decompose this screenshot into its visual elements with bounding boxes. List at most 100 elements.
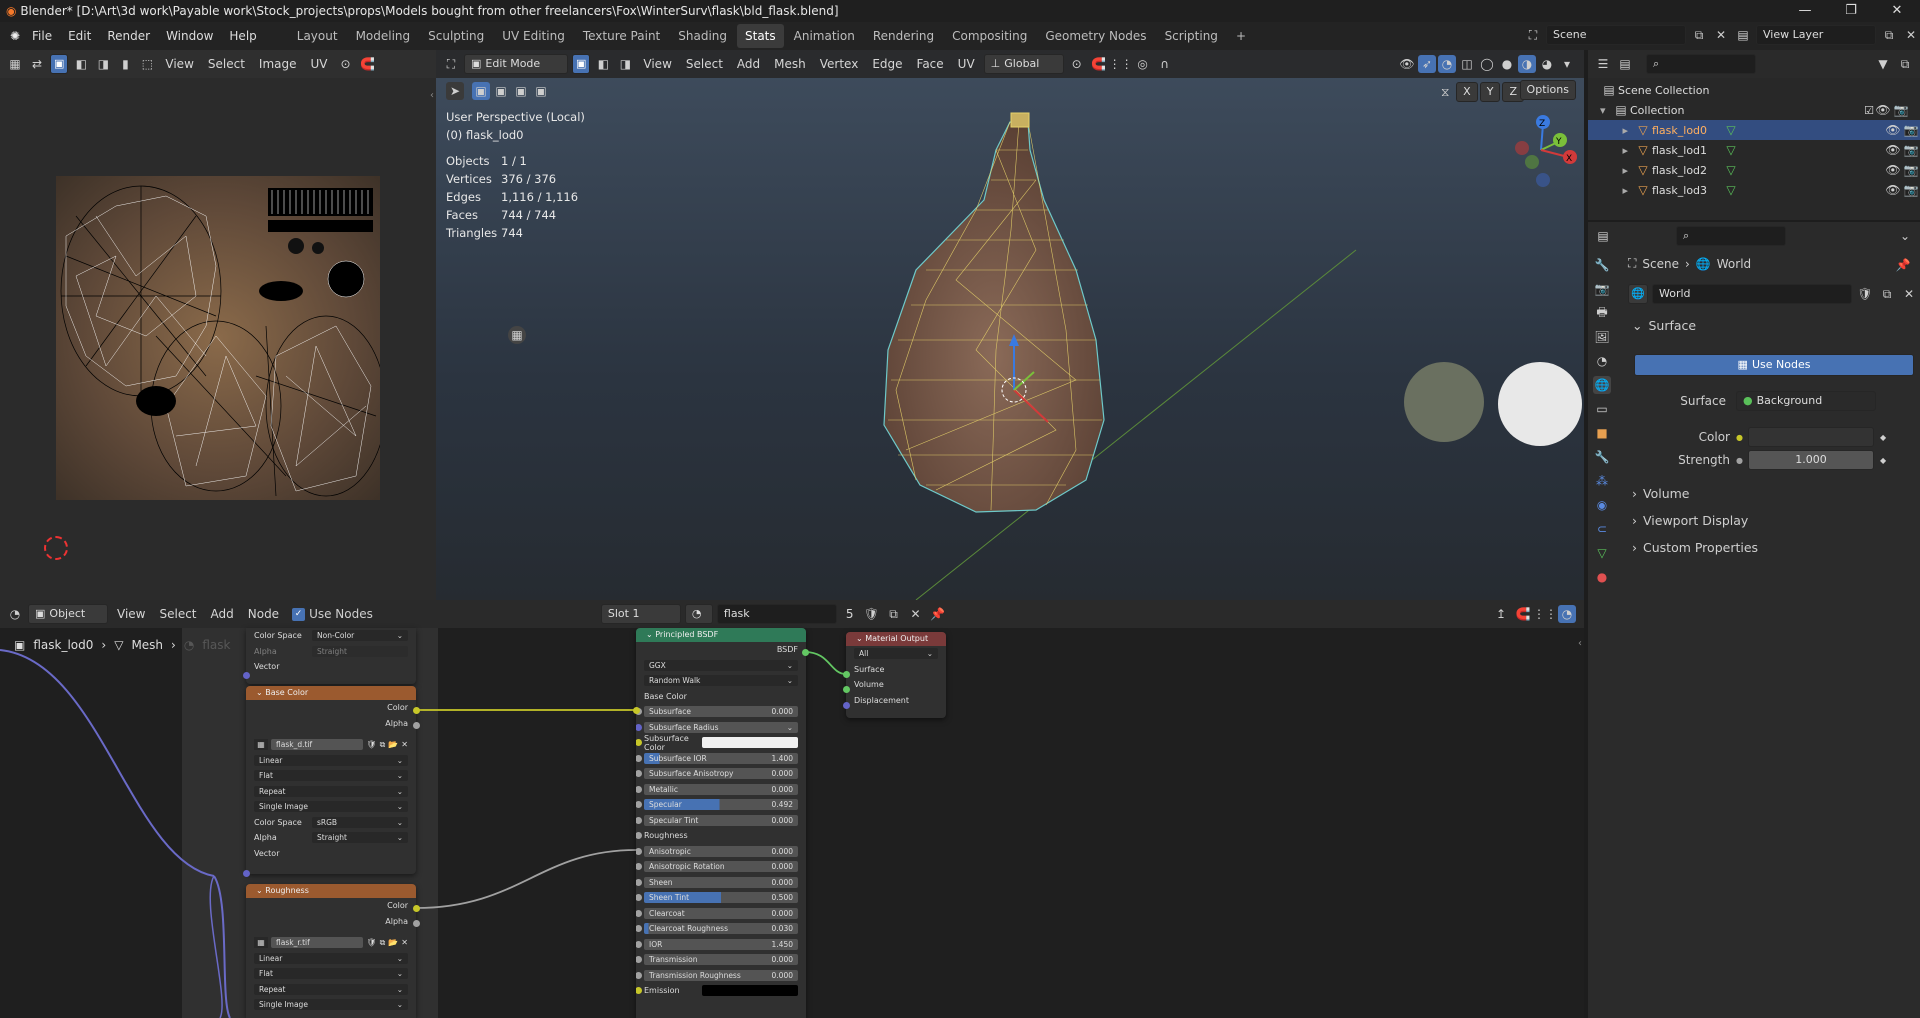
expand-arrow-icon[interactable]: ▸: [1588, 144, 1634, 157]
camera-icon[interactable]: 📷: [1902, 161, 1920, 179]
eye-icon[interactable]: 👁: [1884, 181, 1902, 199]
new-scene-icon[interactable]: ⧉: [1690, 26, 1708, 44]
outliner-object-row[interactable]: ▸ ▽ flask_lod0 ▽ 👁 📷: [1588, 120, 1920, 140]
image-name-field[interactable]: flask_d.tif: [271, 739, 364, 751]
unlink-icon[interactable]: ✕: [1900, 285, 1918, 303]
keyframe-dot-icon[interactable]: ◆: [1880, 456, 1886, 465]
menu-edit[interactable]: Edit: [60, 22, 99, 50]
value-slider[interactable]: IOR 1.450: [644, 938, 798, 950]
camera-icon[interactable]: 📷: [1892, 101, 1910, 119]
remove-scene-icon[interactable]: ✕: [1712, 26, 1730, 44]
snap-icon[interactable]: 🧲: [359, 55, 377, 73]
strength-field[interactable]: 1.000: [1748, 450, 1874, 470]
tab-sculpting[interactable]: Sculpting: [420, 24, 492, 48]
projection-dropdown[interactable]: Flat ⌄: [254, 968, 408, 980]
extension-dropdown[interactable]: Repeat ⌄: [254, 983, 408, 995]
value-slider[interactable]: Sheen 0.000: [644, 876, 798, 888]
expand-arrow-icon[interactable]: ▸: [1588, 184, 1634, 197]
value-slider[interactable]: Clearcoat Roughness 0.030: [644, 923, 798, 935]
input-socket-icon[interactable]: [636, 863, 642, 870]
duplicate-icon[interactable]: ⧉: [380, 740, 386, 750]
editor-type-icon[interactable]: ☰: [1594, 55, 1612, 73]
color-swatch[interactable]: [702, 737, 798, 749]
node-header[interactable]: ⌄ Roughness: [246, 884, 416, 898]
value-socket-icon[interactable]: ●: [1736, 456, 1748, 465]
surface-shader-selector[interactable]: ● Background: [1736, 391, 1876, 411]
use-nodes-button[interactable]: ▦ Use Nodes: [1634, 354, 1914, 376]
data-tab-icon[interactable]: ▽: [1593, 544, 1611, 562]
outliner-object-row[interactable]: ▸ ▽ flask_lod3 ▽ 👁 📷: [1588, 180, 1920, 200]
input-socket-icon[interactable]: [636, 739, 642, 746]
modifier-tab-icon[interactable]: 🔧: [1593, 448, 1611, 466]
fake-user-icon[interactable]: 🛡: [366, 740, 376, 749]
3d-viewport[interactable]: ⛶ ▣ Edit Mode ▣ ◧ ◨ View Select Add Mesh …: [436, 50, 1584, 600]
value-slider[interactable]: Anisotropic Rotation 0.000: [644, 861, 798, 873]
distribution-dropdown[interactable]: GGX ⌄: [644, 659, 798, 671]
render-tab-icon[interactable]: 📷: [1593, 280, 1611, 298]
unlink-icon[interactable]: ✕: [401, 740, 408, 749]
image-texture-node-partial[interactable]: Color Space Non-Color ⌄ Alpha Straight Vect…: [246, 628, 416, 684]
image-name-field[interactable]: flask_r.tif: [271, 937, 364, 949]
volume-socket-icon[interactable]: [843, 686, 850, 693]
physics-tab-icon[interactable]: ◉: [1593, 496, 1611, 514]
tab-texture-paint[interactable]: Texture Paint: [575, 24, 668, 48]
color-swatch[interactable]: [702, 985, 798, 997]
view-layer-selector[interactable]: View Layer: [1756, 25, 1876, 45]
image-texture-node-base-color[interactable]: ⌄ Base Color Color Alpha ▦ flask_d.tif 🛡 ⧉ 📂…: [246, 686, 416, 874]
outliner-object-row[interactable]: ▸ ▽ flask_lod2 ▽ 👁 📷: [1588, 160, 1920, 180]
world-name-field[interactable]: World: [1652, 284, 1852, 304]
tool-tab-icon[interactable]: 🔧: [1593, 256, 1611, 274]
target-dropdown[interactable]: All ⌄: [854, 648, 938, 660]
particles-tab-icon[interactable]: ⁂: [1593, 472, 1611, 490]
uv-menu-select[interactable]: Select: [203, 57, 250, 71]
input-socket-icon[interactable]: [636, 832, 642, 839]
input-socket-icon[interactable]: [636, 971, 642, 979]
new-collection-icon[interactable]: ⧉: [1896, 55, 1914, 73]
projection-dropdown[interactable]: Flat ⌄: [254, 770, 408, 782]
duplicate-icon[interactable]: ⧉: [380, 938, 386, 948]
fake-user-icon[interactable]: 🛡: [1856, 285, 1874, 303]
eye-icon[interactable]: 👁: [1874, 101, 1892, 119]
custom-properties-panel-header[interactable]: › Custom Properties: [1632, 540, 1758, 555]
expand-arrow-icon[interactable]: ▸: [1588, 164, 1634, 177]
color-output-socket-icon[interactable]: [413, 707, 420, 714]
principled-bsdf-node[interactable]: ⌄ Principled BSDF BSDF GGX ⌄ Random Walk ⌄…: [636, 628, 806, 1018]
bsdf-output-socket-icon[interactable]: [802, 649, 809, 656]
collapse-arrow-icon[interactable]: ‹: [1578, 638, 1582, 649]
editor-type-icon[interactable]: ▦: [6, 55, 24, 73]
flask-mesh[interactable]: [436, 50, 1584, 600]
image-browse-icon[interactable]: ▦: [254, 937, 268, 949]
value-slider[interactable]: Sheen Tint 0.500: [644, 892, 798, 904]
value-slider[interactable]: Anisotropic 0.000: [644, 845, 798, 857]
input-socket-icon[interactable]: [636, 909, 642, 917]
color-swatch[interactable]: [1748, 427, 1874, 447]
value-slider[interactable]: Clearcoat 0.000: [644, 907, 798, 919]
input-socket-icon[interactable]: [636, 770, 642, 777]
view-layer-tab-icon[interactable]: 🖼: [1593, 328, 1611, 346]
color-space-dropdown[interactable]: sRGB ⌄: [312, 816, 408, 828]
tab-animation[interactable]: Animation: [786, 24, 863, 48]
surface-panel-header[interactable]: ⌄ Surface: [1632, 318, 1696, 333]
eye-icon[interactable]: 👁: [1884, 121, 1902, 139]
new-view-layer-icon[interactable]: ⧉: [1880, 26, 1898, 44]
open-folder-icon[interactable]: 📂: [388, 740, 398, 749]
tab-scripting[interactable]: Scripting: [1157, 24, 1226, 48]
world-tab-icon[interactable]: 🌐: [1593, 376, 1611, 394]
minimize-button[interactable]: —: [1782, 0, 1828, 22]
image-texture-node-roughness[interactable]: ⌄ Roughness Color Alpha ▦ flask_r.tif 🛡 ⧉ 📂 ✕…: [246, 884, 416, 1018]
value-slider[interactable]: Subsurface Anisotropy 0.000: [644, 768, 798, 780]
outliner-collection[interactable]: ▾ ▤ Collection ☑ 👁 📷: [1600, 100, 1910, 120]
input-socket-icon[interactable]: [636, 754, 642, 762]
vector-socket-icon[interactable]: [243, 870, 250, 877]
value-slider[interactable]: Metallic 0.000: [644, 783, 798, 795]
tab-modeling[interactable]: Modeling: [348, 24, 419, 48]
tab-rendering[interactable]: Rendering: [865, 24, 942, 48]
tab-uv-editing[interactable]: UV Editing: [494, 24, 573, 48]
value-slider[interactable]: Transmission 0.000: [644, 954, 798, 966]
alpha-output-socket-icon[interactable]: [413, 722, 420, 729]
node-header[interactable]: ⌄ Material Output: [846, 632, 946, 646]
viewport-display-panel-header[interactable]: › Viewport Display: [1632, 513, 1748, 528]
maximize-button[interactable]: ❐: [1828, 0, 1874, 22]
properties-search-input[interactable]: ⌕: [1676, 226, 1786, 246]
material-tab-icon[interactable]: ●: [1593, 568, 1611, 586]
